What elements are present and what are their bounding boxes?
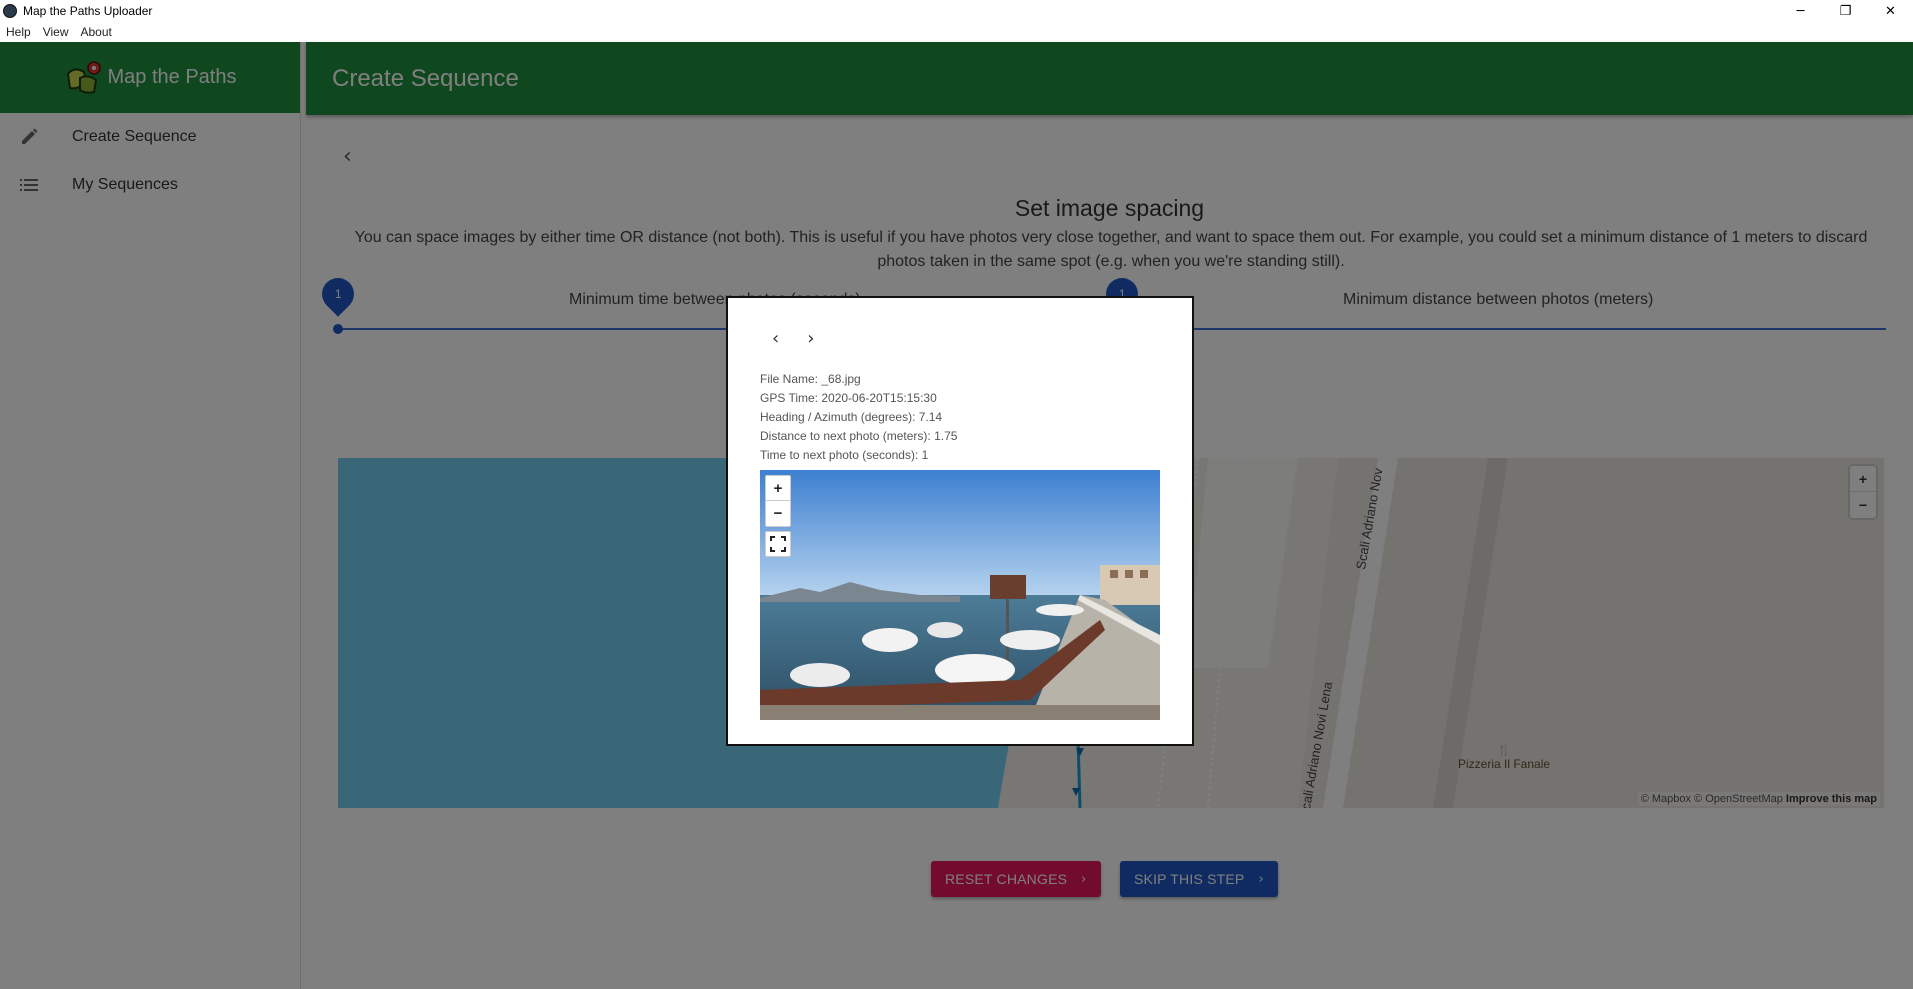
panorama-zoom-control: + −: [765, 475, 791, 527]
menu-view[interactable]: View: [37, 25, 75, 39]
panorama-zoom-out-button[interactable]: −: [766, 501, 790, 526]
app-icon: [3, 4, 17, 18]
window-titlebar: Map the Paths Uploader ─ ❐ ✕: [0, 0, 1913, 22]
window-controls: ─ ❐ ✕: [1778, 0, 1913, 22]
previous-photo-button[interactable]: ‹: [772, 328, 779, 349]
close-button[interactable]: ✕: [1868, 0, 1913, 22]
minimize-button[interactable]: ─: [1778, 0, 1823, 22]
heading: Heading / Azimuth (degrees): 7.14: [760, 410, 943, 424]
fullscreen-button[interactable]: [765, 531, 791, 557]
window-title: Map the Paths Uploader: [23, 4, 153, 18]
file-name: File Name: _68.jpg: [760, 372, 861, 386]
fullscreen-icon: [770, 536, 786, 552]
restore-button[interactable]: ❐: [1823, 0, 1868, 22]
distance-to-next: Distance to next photo (meters): 1.75: [760, 429, 958, 443]
menu-bar: Help View About: [0, 22, 1913, 42]
panorama-viewer[interactable]: + −: [760, 470, 1160, 720]
menu-help[interactable]: Help: [0, 25, 37, 39]
menu-about[interactable]: About: [74, 25, 117, 39]
photo-info: File Name: _68.jpg GPS Time: 2020-06-20T…: [760, 370, 957, 465]
time-to-next: Time to next photo (seconds): 1: [760, 448, 929, 462]
photo-navigation: ‹ ›: [772, 328, 814, 349]
panorama-image: [760, 470, 1160, 720]
photo-preview-modal: ‹ › File Name: _68.jpg GPS Time: 2020-06…: [726, 296, 1194, 746]
gps-time: GPS Time: 2020-06-20T15:15:30: [760, 391, 937, 405]
panorama-zoom-in-button[interactable]: +: [766, 476, 790, 501]
next-photo-button[interactable]: ›: [807, 328, 814, 349]
